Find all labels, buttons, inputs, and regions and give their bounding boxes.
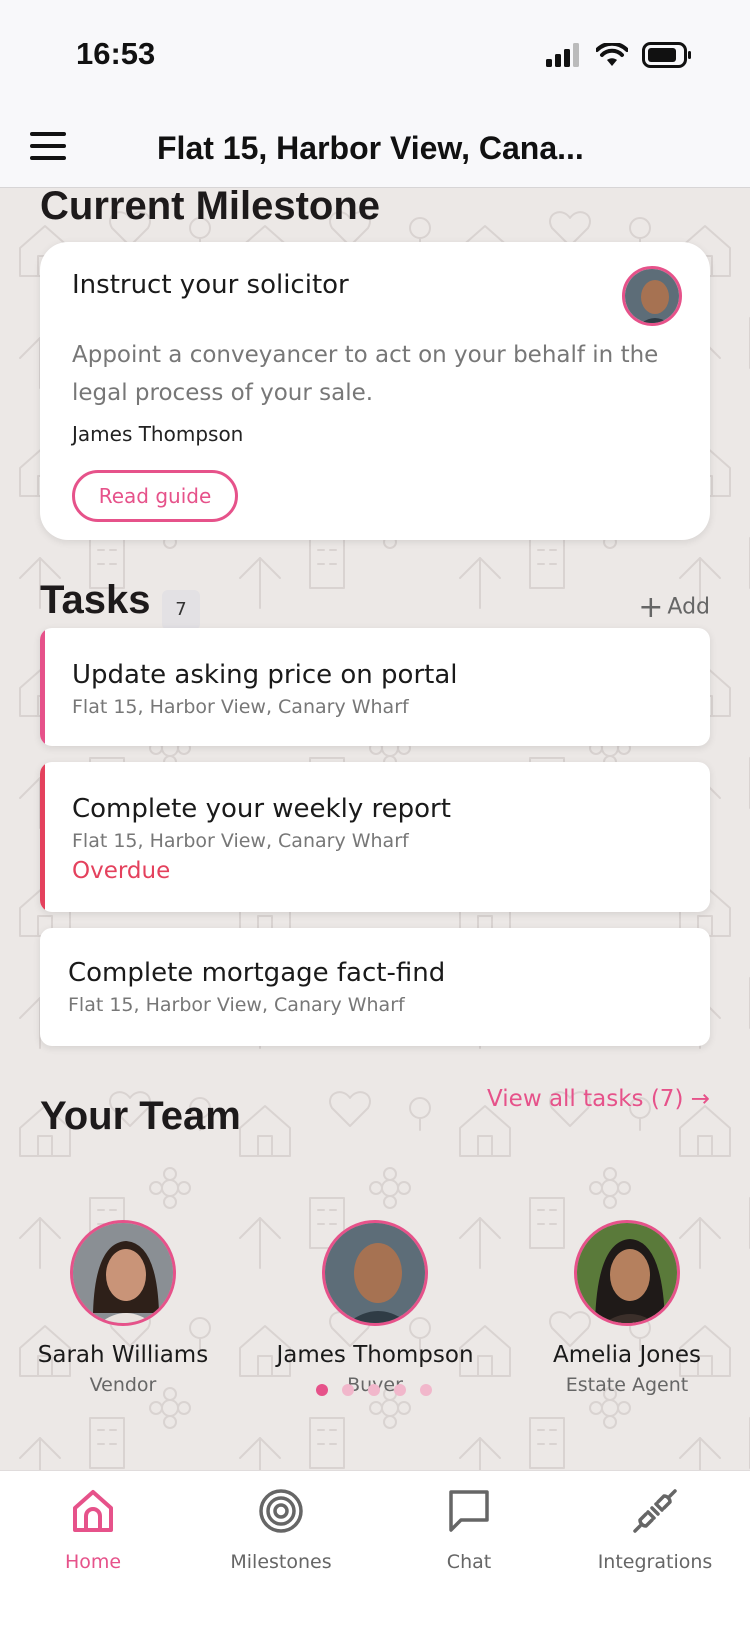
chat-icon xyxy=(449,1490,489,1532)
task-accent-bar xyxy=(40,628,45,746)
tab-label: Integrations xyxy=(597,1551,713,1573)
avatar-james-thompson xyxy=(325,1223,425,1323)
avatar-sarah-williams xyxy=(73,1223,173,1323)
wifi-icon xyxy=(596,43,628,66)
avatar[interactable] xyxy=(322,1220,428,1326)
avatar[interactable] xyxy=(574,1220,680,1326)
task-title: Complete your weekly report xyxy=(72,794,451,824)
task-card[interactable]: Complete your weekly report Flat 15, Har… xyxy=(40,762,710,912)
avatar[interactable] xyxy=(70,1220,176,1326)
milestone-person: James Thompson xyxy=(72,422,244,446)
task-subtitle: Flat 15, Harbor View, Canary Wharf xyxy=(72,830,409,852)
battery-icon xyxy=(642,42,691,68)
task-card[interactable]: Complete mortgage fact-find Flat 15, Har… xyxy=(40,928,710,1046)
milestone-title: Instruct your solicitor xyxy=(72,270,349,300)
pagination-dot[interactable] xyxy=(342,1384,354,1396)
view-all-tasks-link[interactable]: View all tasks (7) → xyxy=(487,1086,710,1112)
main-content[interactable]: Current Milestone Instruct your solicito… xyxy=(0,188,750,1470)
status-bar: 16:53 xyxy=(0,0,750,110)
signal-icon xyxy=(546,43,579,67)
target-icon xyxy=(259,1489,303,1533)
home-icon xyxy=(73,1490,113,1532)
pagination-dot[interactable] xyxy=(368,1384,380,1396)
tab-label: Chat xyxy=(446,1551,492,1573)
task-subtitle: Flat 15, Harbor View, Canary Wharf xyxy=(68,994,405,1016)
task-card[interactable]: Update asking price on portal Flat 15, H… xyxy=(40,628,710,746)
task-overdue-status: Overdue xyxy=(72,858,171,884)
tasks-heading: Tasks xyxy=(40,578,151,622)
tab-home[interactable]: Home xyxy=(0,1485,188,1573)
nav-bar: Flat 15, Harbor View, Cana... xyxy=(0,110,750,188)
task-subtitle: Flat 15, Harbor View, Canary Wharf xyxy=(72,696,409,718)
tab-label: Milestones xyxy=(230,1551,332,1573)
menu-button[interactable] xyxy=(30,132,70,166)
team-member-name: James Thompson xyxy=(276,1342,474,1368)
avatar-amelia-jones xyxy=(577,1223,677,1323)
hamburger-icon-line xyxy=(30,156,66,160)
team-member[interactable]: Sarah Williams Vendor xyxy=(3,1220,243,1396)
team-pagination-dots[interactable] xyxy=(316,1384,432,1396)
your-team-heading: Your Team xyxy=(40,1094,241,1138)
plus-icon: + xyxy=(638,590,664,625)
avatar-james-thompson xyxy=(625,269,679,323)
status-icons xyxy=(546,42,692,68)
hamburger-icon-line xyxy=(30,144,66,148)
read-guide-button[interactable]: Read guide xyxy=(72,470,238,522)
add-task-label: Add xyxy=(667,594,710,620)
task-accent-bar xyxy=(40,762,45,912)
add-task-button[interactable]: + Add xyxy=(638,590,710,625)
tab-bar: Home Milestones Chat Integrations xyxy=(0,1470,750,1626)
pagination-dot[interactable] xyxy=(420,1384,432,1396)
status-time: 16:53 xyxy=(76,36,156,71)
property-title: Flat 15, Harbor View, Cana... xyxy=(157,130,584,166)
milestone-description: Appoint a conveyancer to act on your beh… xyxy=(72,342,659,406)
task-title: Update asking price on portal xyxy=(72,660,458,690)
tab-label: Home xyxy=(64,1551,122,1573)
team-member[interactable]: James Thompson Buyer xyxy=(255,1220,495,1396)
task-title: Complete mortgage fact-find xyxy=(68,958,446,988)
team-member[interactable]: Amelia Jones Estate Agent xyxy=(507,1220,747,1396)
hamburger-icon xyxy=(30,132,66,136)
tab-integrations[interactable]: Integrations xyxy=(560,1485,750,1573)
team-member-role: Estate Agent xyxy=(565,1374,689,1396)
team-member-name: Amelia Jones xyxy=(552,1342,702,1368)
team-member-name: Sarah Williams xyxy=(37,1342,209,1368)
tab-chat[interactable]: Chat xyxy=(374,1485,564,1573)
plug-icon xyxy=(633,1489,677,1533)
current-milestone-heading: Current Milestone xyxy=(40,188,381,228)
pagination-dot-active[interactable] xyxy=(316,1384,328,1396)
milestone-card[interactable]: Instruct your solicitor Appoint a convey… xyxy=(40,242,710,540)
pagination-dot[interactable] xyxy=(394,1384,406,1396)
team-member-role: Vendor xyxy=(89,1374,157,1396)
tab-milestones[interactable]: Milestones xyxy=(186,1485,376,1573)
tasks-count-badge: 7 xyxy=(162,590,200,630)
milestone-avatar[interactable] xyxy=(622,266,682,326)
